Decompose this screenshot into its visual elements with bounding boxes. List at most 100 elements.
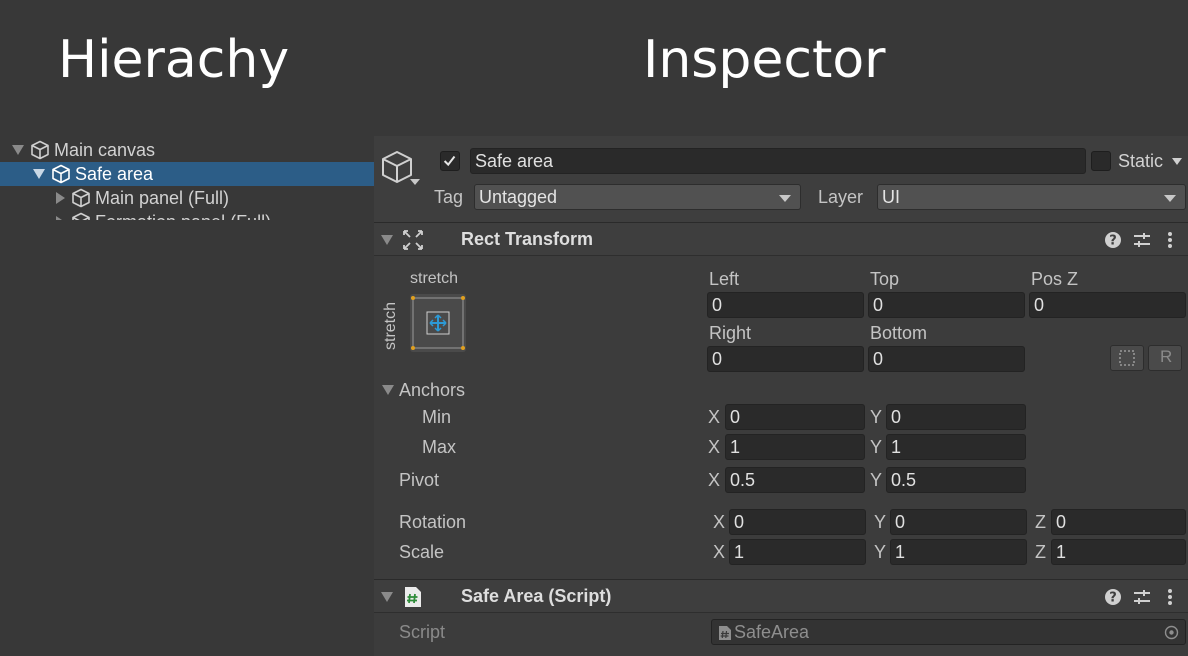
min-x-label: X xyxy=(708,407,721,427)
rotation-z-label: Z xyxy=(1035,512,1046,532)
scale-label: Scale xyxy=(399,542,445,562)
collapse-arrow-icon[interactable] xyxy=(56,216,65,220)
safe-area-script-title: Safe Area (Script) xyxy=(461,586,612,606)
svg-text:?: ? xyxy=(1109,591,1117,606)
max-x-label: X xyxy=(708,437,721,457)
scale-z-label: Z xyxy=(1035,542,1046,562)
hierarchy-item-label: Safe area xyxy=(75,163,154,184)
rotation-z-field[interactable]: 0 xyxy=(1051,509,1186,535)
dotted-rect-icon xyxy=(1119,350,1135,366)
bottom-label: Bottom xyxy=(870,323,928,343)
expand-arrow-icon[interactable] xyxy=(33,169,45,179)
hierarchy-item-formation-panel[interactable]: Formation panel (Full) xyxy=(0,210,374,220)
right-field[interactable]: 0 xyxy=(707,346,864,372)
more-options-icon[interactable] xyxy=(1166,587,1174,607)
name-field[interactable]: Safe area xyxy=(470,148,1086,174)
max-y-label: Y xyxy=(870,437,883,457)
script-object-field[interactable]: SafeArea xyxy=(711,619,1186,645)
object-picker-icon[interactable] xyxy=(1164,625,1179,640)
chevron-down-icon xyxy=(1164,195,1176,202)
rotation-y-field[interactable]: 0 xyxy=(890,509,1027,535)
collapse-arrow-icon[interactable] xyxy=(381,592,393,602)
pivot-y-label: Y xyxy=(870,470,883,490)
tag-dropdown[interactable]: Untagged xyxy=(474,184,801,210)
scale-y-label: Y xyxy=(874,542,887,562)
scale-x-field[interactable]: 1 xyxy=(729,539,866,565)
rect-transform-header[interactable]: Rect Transform ? xyxy=(374,222,1188,256)
icon-dropdown-arrow-icon[interactable] xyxy=(410,179,420,185)
raw-edit-label: R xyxy=(1160,347,1173,366)
active-checkbox[interactable] xyxy=(440,151,460,171)
rect-transform-icon xyxy=(403,230,423,250)
collapse-arrow-icon[interactable] xyxy=(56,192,65,204)
right-label: Right xyxy=(709,323,752,343)
hierarchy-item-safe-area[interactable]: Safe area xyxy=(0,162,374,186)
static-label[interactable]: Static xyxy=(1118,151,1163,172)
hierarchy-panel: Main canvas Safe area Main panel (Full) … xyxy=(0,138,374,220)
hierarchy-item-label: Main panel (Full) xyxy=(95,187,230,208)
gameobject-cube-icon xyxy=(72,188,90,208)
pivot-y-field[interactable]: 0.5 xyxy=(886,467,1026,493)
script-value: SafeArea xyxy=(734,622,810,642)
chevron-down-icon xyxy=(779,195,791,202)
csharp-script-icon xyxy=(719,626,731,640)
min-y-label: Y xyxy=(870,407,883,427)
gameobject-cube-icon xyxy=(72,212,90,220)
left-label: Left xyxy=(709,269,740,289)
help-icon[interactable]: ? xyxy=(1104,588,1122,606)
script-label: Script xyxy=(399,622,446,642)
min-label: Min xyxy=(422,407,452,427)
rotation-x-field[interactable]: 0 xyxy=(729,509,866,535)
gameobject-cube-icon xyxy=(52,164,70,184)
help-icon[interactable]: ? xyxy=(1104,231,1122,249)
inspector-header: Safe area Static Tag Untagged Layer UI xyxy=(374,136,1188,222)
hierarchy-title: Hierachy xyxy=(58,30,290,90)
rotation-y-label: Y xyxy=(874,512,887,532)
expand-arrow-icon[interactable] xyxy=(12,145,24,155)
scale-y-field[interactable]: 1 xyxy=(890,539,1027,565)
blueprint-mode-button[interactable] xyxy=(1110,345,1144,371)
safe-area-script-header[interactable]: Safe Area (Script) ? xyxy=(374,579,1188,613)
inspector-title: Inspector xyxy=(643,30,886,90)
collapse-arrow-icon[interactable] xyxy=(381,235,393,245)
static-checkbox[interactable] xyxy=(1091,151,1111,171)
anchors-label[interactable]: Anchors xyxy=(399,380,465,401)
raw-edit-button[interactable]: R xyxy=(1148,345,1182,371)
pivot-x-field[interactable]: 0.5 xyxy=(725,467,865,493)
max-label: Max xyxy=(422,437,457,457)
rotation-x-label: X xyxy=(713,512,726,532)
static-dropdown-arrow-icon[interactable] xyxy=(1172,158,1182,165)
min-y-field[interactable]: 0 xyxy=(886,404,1026,430)
min-x-field[interactable]: 0 xyxy=(725,404,865,430)
more-options-icon[interactable] xyxy=(1166,230,1174,250)
anchors-foldout-arrow-icon[interactable] xyxy=(382,385,394,395)
preset-sliders-icon[interactable] xyxy=(1133,588,1151,606)
top-label: Top xyxy=(870,269,900,289)
left-field[interactable]: 0 xyxy=(707,292,864,318)
max-y-field[interactable]: 1 xyxy=(886,434,1026,460)
top-field[interactable]: 0 xyxy=(868,292,1025,318)
inspector-panel: Safe area Static Tag Untagged Layer UI R… xyxy=(374,136,1188,656)
layer-label: Layer xyxy=(818,187,864,207)
svg-text:?: ? xyxy=(1109,234,1117,249)
csharp-script-icon xyxy=(405,587,421,607)
anchor-preset-button[interactable] xyxy=(410,294,466,352)
hierarchy-item-main-canvas[interactable]: Main canvas xyxy=(0,138,374,162)
bottom-field[interactable]: 0 xyxy=(868,346,1025,372)
preset-side-label: stretch xyxy=(382,301,399,350)
pivot-x-label: X xyxy=(708,470,721,490)
layer-dropdown[interactable]: UI xyxy=(877,184,1186,210)
check-icon xyxy=(443,155,456,167)
hierarchy-item-label: Main canvas xyxy=(54,139,156,160)
tag-value: Untagged xyxy=(479,187,558,207)
preset-sliders-icon[interactable] xyxy=(1133,231,1151,249)
max-x-field[interactable]: 1 xyxy=(725,434,865,460)
pivot-label: Pivot xyxy=(399,470,440,490)
scale-z-field[interactable]: 1 xyxy=(1051,539,1186,565)
hierarchy-item-main-panel[interactable]: Main panel (Full) xyxy=(0,186,374,210)
anchor-preset-icon xyxy=(411,296,465,350)
posz-field[interactable]: 0 xyxy=(1029,292,1186,318)
layer-value: UI xyxy=(882,187,900,207)
tag-label: Tag xyxy=(434,187,464,207)
rotation-label: Rotation xyxy=(399,512,467,532)
